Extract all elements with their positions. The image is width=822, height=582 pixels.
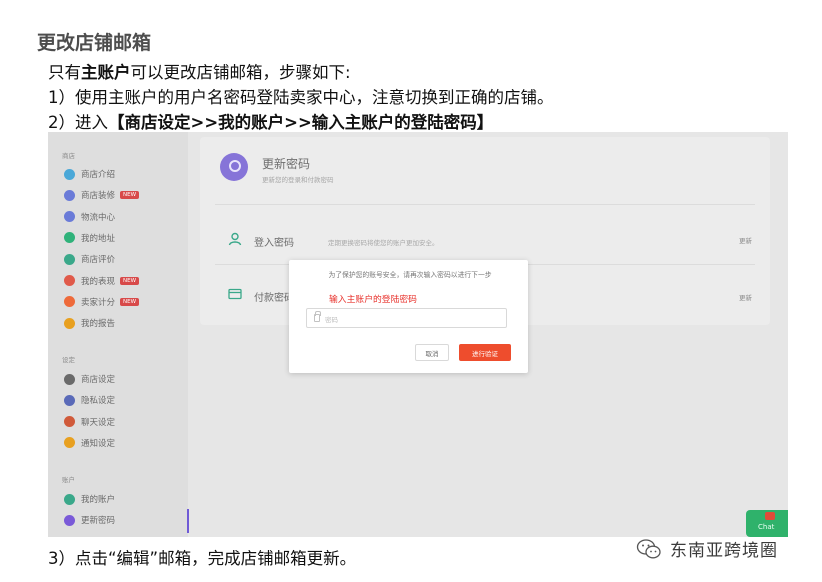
dialog-red-hint: 输入主账户的登陆密码 [329, 295, 417, 305]
sidebar-item[interactable]: 物流中心 [64, 210, 115, 224]
sidebar-item[interactable]: 商店评价 [64, 252, 115, 266]
sidebar-item-label: 商店设定 [81, 375, 116, 385]
sidebar-item-label: 物流中心 [81, 212, 116, 223]
sidebar-item-icon [64, 493, 75, 505]
chat-button[interactable]: Chat [746, 510, 788, 537]
sidebar-item-label: 我的报告 [81, 319, 116, 330]
new-badge: NEW [120, 191, 140, 200]
sidebar-item-label: 更新密码 [81, 516, 116, 527]
sidebar-item-label: 商店评价 [81, 255, 116, 266]
sidebar-item-icon [64, 253, 75, 265]
sidebar-item[interactable]: 通知设定 [64, 436, 115, 450]
key-icon [220, 153, 248, 181]
sidebar-item-icon [64, 514, 75, 526]
step-1: 1）使用主账户的用户名密码登陆卖家中心，注意切换到正确的店铺。 [48, 88, 554, 107]
sidebar-item-icon [64, 437, 75, 449]
sidebar-active-indicator [187, 509, 189, 533]
sidebar-item[interactable]: 卖家计分 NEW [64, 295, 140, 309]
sidebar-item-icon [64, 211, 75, 223]
divider [215, 204, 755, 205]
sidebar-item[interactable]: 我的账户 [64, 492, 115, 506]
sidebar-item[interactable]: 我的报告 [64, 316, 115, 330]
password-input[interactable]: 密码 [306, 308, 507, 328]
sidebar-item-icon [64, 373, 75, 385]
login-password-label: 登入密码 [254, 238, 294, 249]
step-2: 2）进入【商店设定>>我的账户>>输入主账户的登陆密码】 [48, 109, 493, 133]
screenshot-frame: 商店 商店介绍商店装修 NEW 物流中心我的地址商店评价我的表现 NEW 卖家计分 NEW… [48, 132, 788, 537]
sidebar-item-label: 聊天设定 [81, 417, 116, 428]
sidebar-item[interactable]: 商店装修 NEW [64, 188, 140, 202]
new-badge: NEW [120, 297, 140, 306]
intro-prefix: 只有 [48, 63, 81, 82]
sidebar-item-label: 我的账户 [81, 495, 116, 505]
cancel-button[interactable]: 取消 [415, 344, 449, 361]
verify-button[interactable]: 进行验证 [459, 344, 511, 361]
sidebar-item-icon [64, 168, 75, 180]
watermark-text: 东南亚跨境圈 [670, 541, 778, 561]
password-placeholder: 密码 [325, 316, 338, 324]
sidebar: 商店 商店介绍商店装修 NEW 物流中心我的地址商店评价我的表现 NEW 卖家计分 NEW… [48, 132, 188, 537]
sidebar-item[interactable]: 商店设定 [64, 372, 115, 386]
sidebar-item-icon [64, 232, 75, 244]
sidebar-item-icon [64, 275, 75, 286]
intro-bold: 主账户 [81, 63, 131, 82]
sidebar-item-icon [64, 189, 75, 201]
verify-password-dialog: 为了保护您的账号安全，请再次输入密码以进行下一步 输入主账户的登陆密码 密码 取… [289, 260, 528, 373]
intro-line: 只有主账户可以更改店铺邮箱，步骤如下: [48, 59, 351, 83]
payment-password-label: 付款密码 [254, 293, 294, 304]
sidebar-item-label: 商店装修 [81, 191, 116, 202]
new-badge: NEW [120, 276, 140, 285]
step-3: 3）点击“编辑”邮箱，完成店铺邮箱更新。 [48, 549, 357, 568]
sidebar-item-icon [64, 317, 75, 329]
sidebar-item[interactable]: 我的表现 NEW [64, 274, 140, 288]
login-password-update-link[interactable]: 更新 [739, 235, 752, 245]
sidebar-item[interactable]: 商店介绍 [64, 167, 115, 181]
sidebar-item-icon [64, 296, 75, 308]
lock-icon [314, 311, 321, 322]
user-icon [228, 232, 242, 246]
sidebar-group-account: 账户 [62, 476, 75, 484]
sidebar-group-shop: 商店 [62, 152, 75, 160]
document-title: 更改店铺邮箱 [37, 32, 152, 54]
sidebar-item-label: 我的表现 [81, 276, 116, 287]
panel-subtitle: 更新您的登录和付款密码 [262, 176, 334, 184]
sidebar-item-label: 我的地址 [81, 233, 116, 244]
sidebar-item[interactable]: 更新密码 [64, 513, 115, 527]
sidebar-item-label: 通知设定 [81, 438, 116, 449]
step-2-path: 【商店设定>>我的账户>>输入主账户的登陆密码】 [108, 113, 494, 132]
sidebar-group-settings: 设定 [62, 356, 75, 364]
login-password-desc: 定期更换密码将使您的账户更加安全。 [328, 239, 439, 247]
wechat-icon [636, 538, 661, 558]
sidebar-item[interactable]: 聊天设定 [64, 415, 115, 429]
intro-suffix: 可以更改店铺邮箱，步骤如下: [130, 63, 351, 82]
sidebar-item-icon [64, 394, 75, 406]
sidebar-item-label: 隐私设定 [81, 396, 116, 407]
card-icon [228, 288, 242, 300]
panel-title: 更新密码 [262, 157, 311, 171]
sidebar-item-label: 卖家计分 [81, 297, 116, 308]
chat-label: Chat [758, 523, 775, 531]
dialog-message: 为了保护您的账号安全，请再次输入密码以进行下一步 [328, 271, 492, 279]
sidebar-item-label: 商店介绍 [81, 170, 116, 180]
step-2-prefix: 2）进入 [48, 113, 108, 132]
sidebar-item[interactable]: 隐私设定 [64, 393, 115, 407]
sidebar-item-icon [64, 416, 75, 428]
sidebar-item[interactable]: 我的地址 [64, 231, 115, 245]
payment-password-update-link[interactable]: 更新 [739, 292, 752, 302]
watermark: 东南亚跨境圈 [636, 536, 778, 561]
